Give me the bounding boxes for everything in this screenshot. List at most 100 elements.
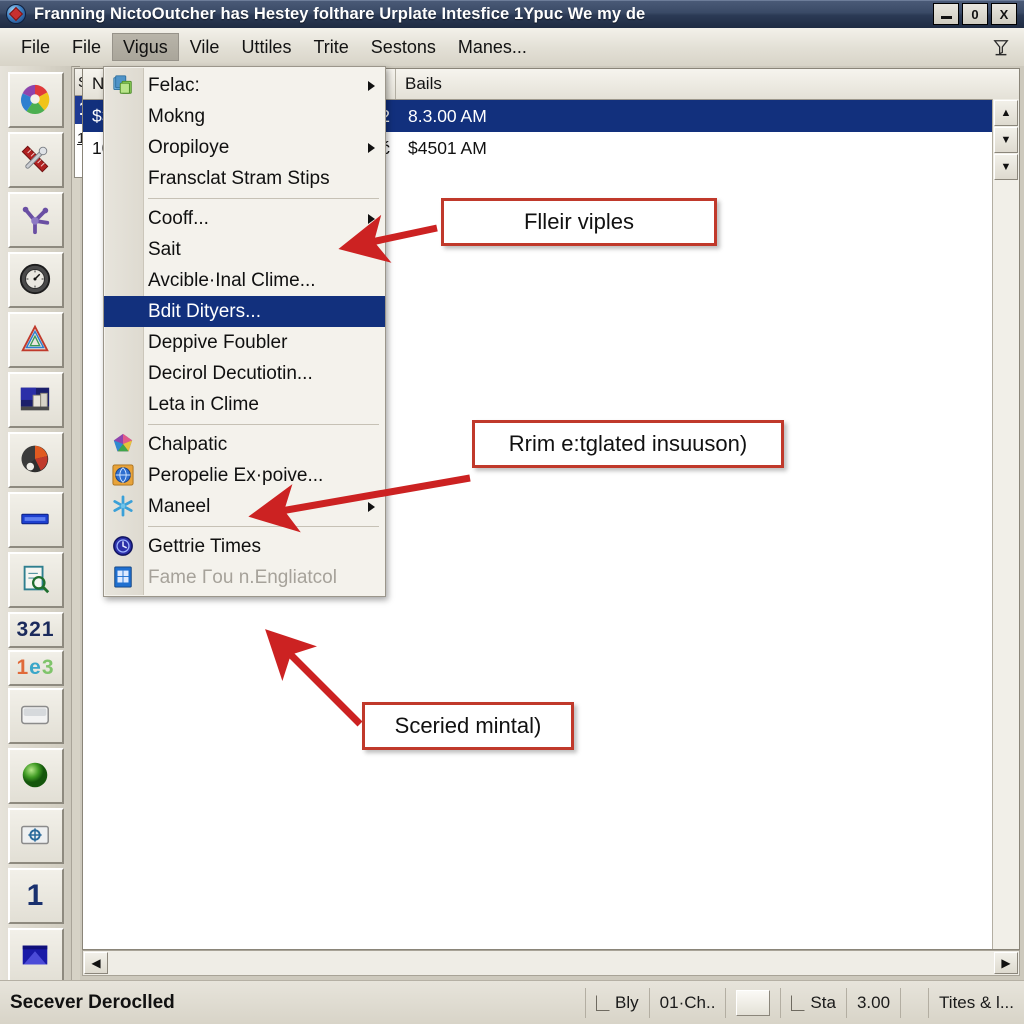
branch-node-tool[interactable] bbox=[7, 192, 64, 248]
dial-icon bbox=[18, 262, 54, 298]
status-bly[interactable]: Bly bbox=[585, 987, 649, 1018]
page-zoom-tool[interactable] bbox=[7, 552, 64, 608]
chevron-right-icon bbox=[368, 80, 375, 91]
menu-item-file[interactable]: File bbox=[61, 33, 112, 61]
green-sphere-tool[interactable] bbox=[7, 748, 64, 804]
scroll-up-button[interactable]: ▲ bbox=[994, 100, 1018, 126]
menu-item-trite[interactable]: Trite bbox=[302, 33, 359, 61]
column-header-bails[interactable]: Bails bbox=[396, 69, 1019, 99]
menu-item-manes[interactable]: Manes... bbox=[447, 33, 538, 61]
number-321-tool[interactable]: 321 bbox=[7, 612, 64, 648]
color-wheel-tool[interactable] bbox=[7, 72, 64, 128]
menu-option-cooff[interactable]: Cooff... bbox=[104, 203, 385, 234]
menu-option-label: Felac: bbox=[148, 74, 200, 96]
menu-option-label: Chalpatic bbox=[148, 433, 228, 455]
menu-option-label: Sait bbox=[148, 238, 181, 260]
menu-option-oropiloye[interactable]: Oropiloye bbox=[104, 132, 385, 163]
number-1e3-tool[interactable]: 1e3 bbox=[7, 650, 64, 686]
menu-option-label: Oropiloye bbox=[148, 136, 230, 158]
menu-option-label: Gettrie Times bbox=[148, 535, 261, 557]
menu-option-fame-ou-n-engliatcol: Fame Γou n.Engliatcol bbox=[104, 562, 385, 593]
menu-option-label: Maneel bbox=[148, 495, 211, 517]
menu-option-peropelie-ex-poive[interactable]: Peropelie Ex·poive... bbox=[104, 460, 385, 491]
dial-clock-tool[interactable] bbox=[7, 252, 64, 308]
table-cell: 8.3.00 AM bbox=[408, 105, 487, 126]
status-300-label: 3.00 bbox=[856, 992, 891, 1012]
page-magnifier-icon bbox=[18, 562, 54, 598]
horizontal-scrollbar[interactable]: ◀ ▶ bbox=[82, 950, 1020, 976]
menu-option-label: Leta in Clime bbox=[148, 393, 259, 415]
gear-plate-icon bbox=[18, 818, 54, 854]
status-bar: Secever Deroclled Bly 01·Ch.. Sta 3.00 Tites… bbox=[0, 980, 1024, 1024]
menu-option-deppive-foubler[interactable]: Deppive Foubler bbox=[104, 327, 385, 358]
menu-option-gettrie-times[interactable]: Gettrie Times bbox=[104, 531, 385, 562]
callout-scried-mintal: Sceried mintal) bbox=[362, 702, 574, 750]
palette-sphere-icon bbox=[18, 442, 54, 478]
close-button[interactable]: X bbox=[991, 3, 1017, 25]
scroll-down-button[interactable]: ▼ bbox=[994, 154, 1018, 180]
scroll-mid-button[interactable]: ▼ bbox=[994, 127, 1018, 153]
menu-bar-right bbox=[988, 34, 1014, 60]
dropdown-items: Felac: Mokng Oropiloye Fransclat Stram Stip… bbox=[104, 70, 385, 593]
plate-icon bbox=[18, 698, 54, 734]
menu-option-decirol-decutiotin[interactable]: Decirol Decutiotin... bbox=[104, 358, 385, 389]
scroll-left-button[interactable]: ◀ bbox=[84, 952, 108, 974]
status-300[interactable]: 3.00 bbox=[845, 987, 900, 1018]
status-mini-icon bbox=[596, 994, 611, 1011]
minimize-button[interactable] bbox=[933, 3, 959, 25]
scroll-right-button[interactable]: ▶ bbox=[994, 952, 1018, 974]
window-title: Franning NictoOutcher has Hestey folthar… bbox=[34, 4, 646, 23]
menu-item-sestons[interactable]: Sestons bbox=[360, 33, 447, 61]
menu-separator bbox=[148, 526, 379, 527]
cross-tools-tool[interactable] bbox=[7, 132, 64, 188]
number-one-tool-label: 1 bbox=[26, 879, 45, 912]
screen-render-tool[interactable] bbox=[7, 372, 64, 428]
status-sta[interactable]: Sta bbox=[780, 987, 846, 1018]
blue-doc-icon bbox=[112, 565, 136, 590]
menu-option-label: Cooff... bbox=[148, 207, 209, 229]
blue-shape-tool[interactable] bbox=[7, 928, 64, 984]
left-toolbar: 321 1e3 1 bbox=[0, 66, 72, 984]
blue-shape-icon bbox=[18, 938, 54, 974]
blue-bar-tool[interactable] bbox=[7, 492, 64, 548]
chevron-right-icon bbox=[368, 213, 375, 224]
menu-separator bbox=[148, 198, 379, 199]
palette-sphere-tool[interactable] bbox=[7, 432, 64, 488]
menu-option-mokng[interactable]: Mokng bbox=[104, 101, 385, 132]
menu-item-vigus[interactable]: Vigus bbox=[112, 33, 179, 61]
menu-item-uttiles[interactable]: Uttiles bbox=[230, 33, 302, 61]
triangle-net-tool[interactable] bbox=[7, 312, 64, 368]
menu-option-fransclat-stram-stips[interactable]: Fransclat Stram Stips bbox=[104, 163, 385, 194]
menu-option-chalpatic[interactable]: Chalpatic bbox=[104, 429, 385, 460]
menu-option-felac[interactable]: Felac: bbox=[104, 70, 385, 101]
menu-option-label: Mokng bbox=[148, 105, 206, 127]
branch-icon bbox=[18, 202, 54, 238]
menu-option-bdit-dityers[interactable]: Bdit Dityers... bbox=[104, 296, 385, 327]
gear-plate-tool[interactable] bbox=[7, 808, 64, 864]
status-gap[interactable] bbox=[900, 987, 928, 1018]
menu-bar-items: File File Vigus Vile Uttiles Trite Sestons Mane… bbox=[0, 28, 538, 66]
menu-option-label: Decirol Decutiotin... bbox=[148, 362, 313, 384]
menu-option-maneel[interactable]: Maneel bbox=[104, 491, 385, 522]
status-tites[interactable]: Tites & Ɩ... bbox=[928, 987, 1024, 1018]
color-wheel-icon bbox=[18, 82, 54, 118]
chevron-right-icon bbox=[368, 142, 375, 153]
menu-option-avcible-inal-clime[interactable]: Avcible·Inal Clime... bbox=[104, 265, 385, 296]
menu-item-file[interactable]: File bbox=[10, 33, 61, 61]
menu-separator bbox=[148, 424, 379, 425]
menu-option-leta-in-clime[interactable]: Leta in Clime bbox=[104, 389, 385, 420]
chevron-right-icon bbox=[368, 501, 375, 512]
status-01-ch-label: 01·Ch.. bbox=[659, 992, 716, 1012]
filter-funnel-icon[interactable] bbox=[988, 34, 1014, 60]
menu-item-vile[interactable]: Vile bbox=[179, 33, 231, 61]
application-window: Franning NictoOutcher has Hestey folthar… bbox=[0, 0, 1024, 1024]
list-vertical-scrollbar[interactable]: ▲ ▼ ▼ bbox=[992, 99, 1019, 949]
status-box[interactable] bbox=[725, 987, 780, 1018]
blank-plate-tool[interactable] bbox=[7, 688, 64, 744]
status-01-ch[interactable]: 01·Ch.. bbox=[648, 987, 726, 1018]
restore-button[interactable]: 0 bbox=[962, 3, 988, 25]
menu-option-sait[interactable]: Sait bbox=[104, 234, 385, 265]
ruler-cross-icon bbox=[18, 142, 54, 178]
globe-box-icon bbox=[112, 463, 136, 488]
number-one-tool[interactable]: 1 bbox=[7, 868, 64, 924]
